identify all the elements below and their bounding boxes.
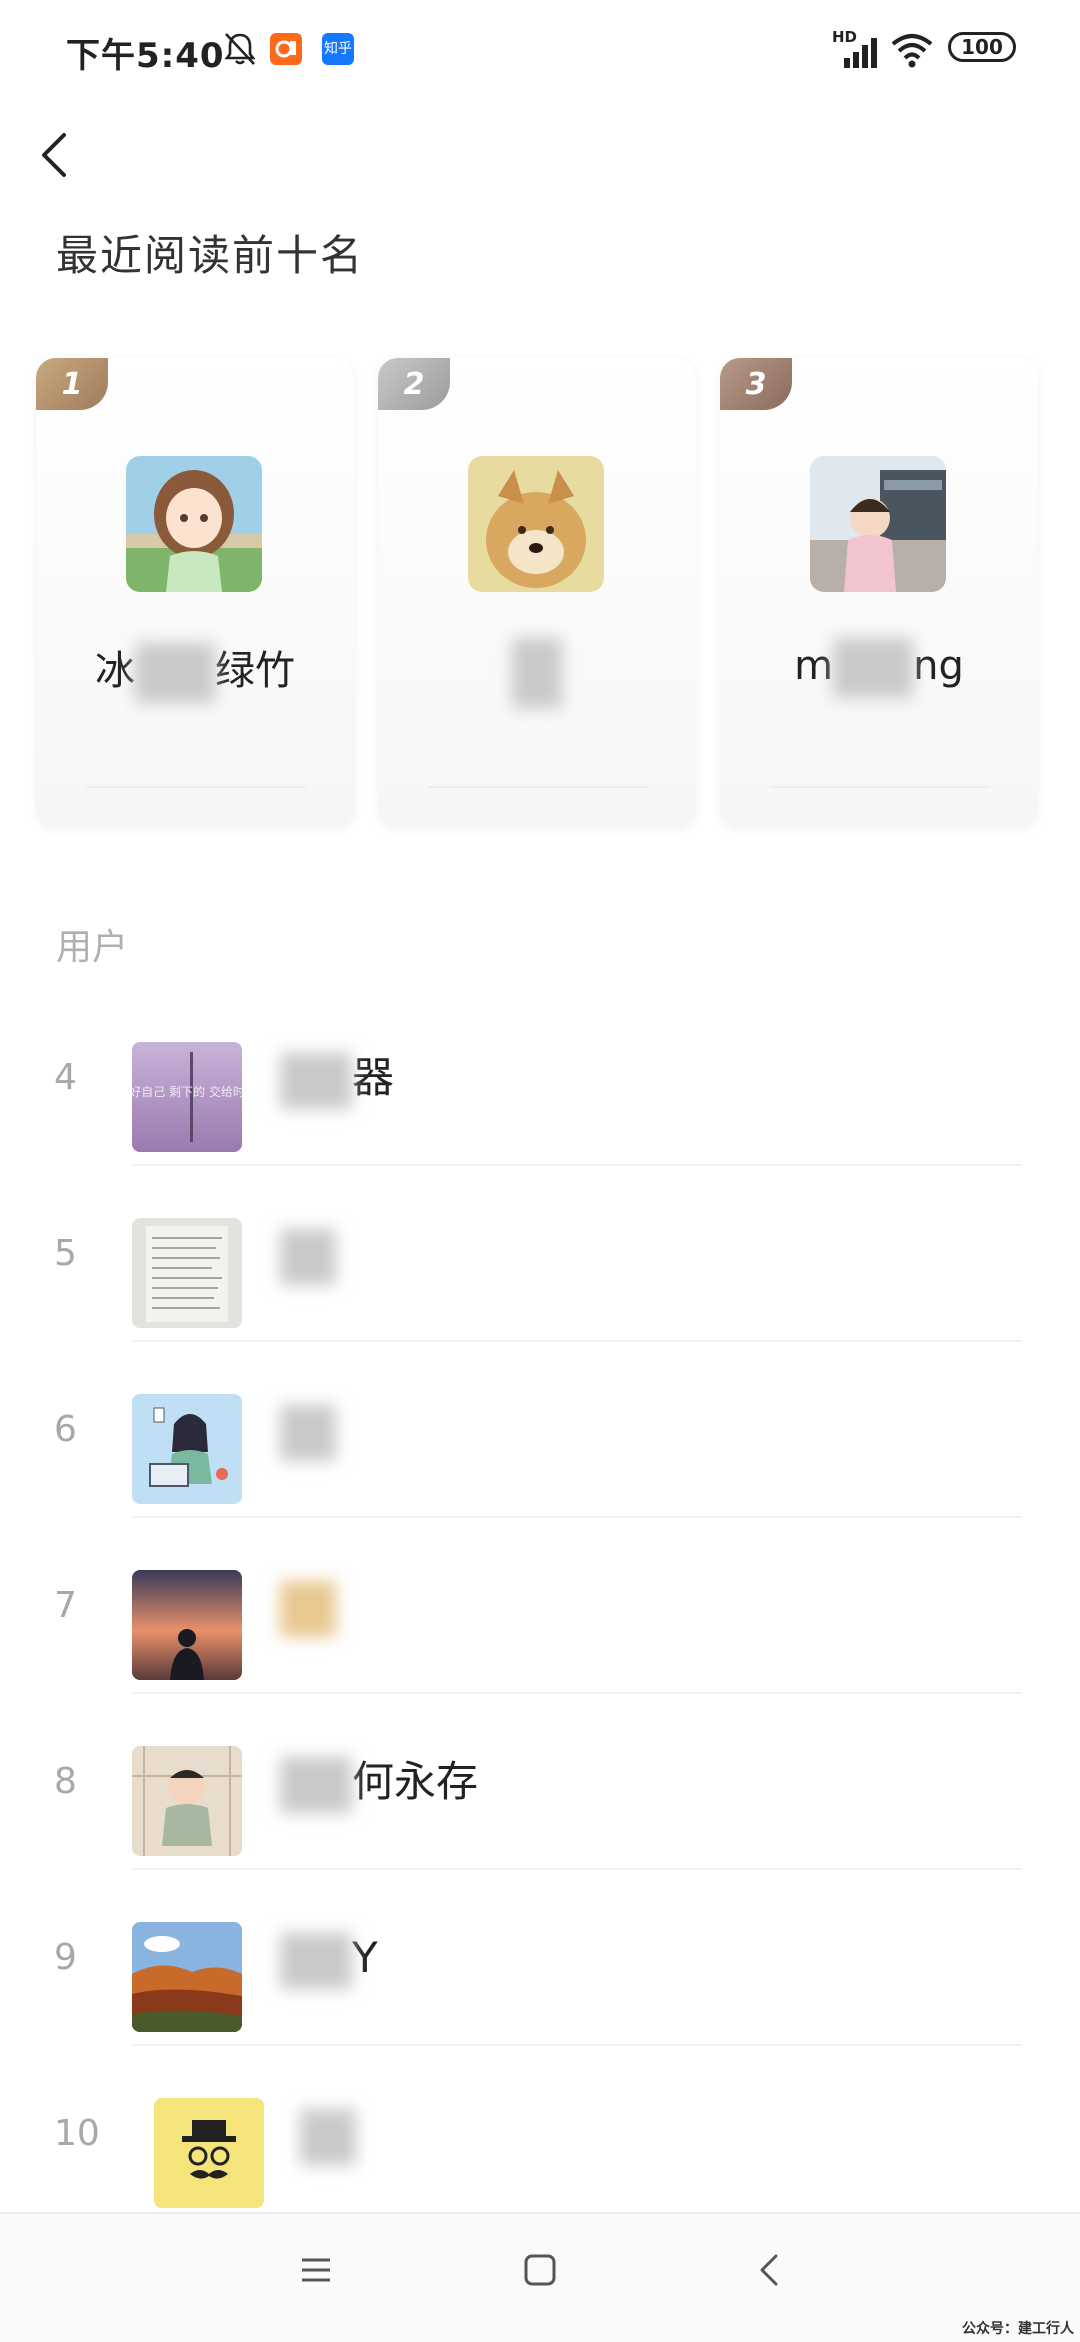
watermark: 公众号：建工行人 xyxy=(962,2321,1074,2337)
redacted-name xyxy=(280,1052,352,1109)
rank-number: 6 xyxy=(54,1409,77,1450)
username xyxy=(280,2046,356,2222)
rank-badge: 1 xyxy=(36,358,108,410)
list-item[interactable]: 5 xyxy=(0,1166,1080,1342)
username: Y xyxy=(280,1870,378,2046)
top-reader-card-1[interactable]: 1 冰 绿竹 xyxy=(36,358,354,828)
username: 何永存 xyxy=(280,1694,478,1870)
username-visible-suffix: ng xyxy=(913,643,964,689)
back-button[interactable] xyxy=(30,125,80,185)
list-item[interactable]: 4 做好自己 剩下的 交给时间 器 xyxy=(0,990,1080,1166)
redacted-name xyxy=(833,638,914,698)
wifi-icon xyxy=(891,34,933,68)
username-visible-suffix: 何永存 xyxy=(352,1757,479,1806)
avatar xyxy=(132,1746,242,1856)
rank-number: 9 xyxy=(54,1937,77,1978)
system-navigation-bar: 公众号：建工行人 xyxy=(0,2212,1080,2342)
redacted-name xyxy=(280,1932,352,1989)
redacted-name xyxy=(300,2108,356,2165)
username-visible-prefix: m xyxy=(794,643,834,689)
username-visible-suffix: 器 xyxy=(352,1053,395,1102)
redacted-name xyxy=(280,1228,336,1285)
username-visible-suffix: Y xyxy=(352,1933,378,1982)
card-username xyxy=(378,638,696,708)
redacted-name xyxy=(280,1404,336,1461)
username xyxy=(280,1166,336,1342)
list-item[interactable]: 10 xyxy=(0,2046,1080,2222)
divider xyxy=(86,786,306,788)
rank-badge: 2 xyxy=(378,358,450,410)
avatar xyxy=(126,456,262,592)
username: 器 xyxy=(280,990,394,1166)
zhihu-notification-icon: 知乎 xyxy=(322,33,354,65)
app-notification-icon xyxy=(270,33,302,65)
status-time: 下午5:40 xyxy=(66,36,225,76)
battery-indicator: 100 xyxy=(948,32,1016,62)
section-label-users: 用户 xyxy=(56,927,129,968)
rank-number: 4 xyxy=(54,1057,77,1098)
rank-badge: 3 xyxy=(720,358,792,410)
page-title: 最近阅读前十名 xyxy=(56,231,365,280)
rank-number: 5 xyxy=(54,1233,77,1274)
list-item[interactable]: 8 何永存 xyxy=(0,1694,1080,1870)
username xyxy=(280,1342,336,1518)
top-reader-card-3[interactable]: 3 m ng xyxy=(720,358,1038,828)
avatar xyxy=(132,1570,242,1680)
back-nav-icon[interactable] xyxy=(752,2250,788,2290)
divider xyxy=(428,786,648,788)
divider xyxy=(770,786,990,788)
status-bar: 下午5:40 知乎 HD 100 xyxy=(0,0,1080,100)
menu-icon[interactable] xyxy=(298,2252,334,2288)
card-username: 冰 绿竹 xyxy=(36,638,354,703)
rank-number: 10 xyxy=(54,2113,100,2154)
avatar xyxy=(810,456,946,592)
redacted-name xyxy=(280,1756,352,1813)
avatar xyxy=(132,1394,242,1504)
username-visible-suffix: 绿竹 xyxy=(215,648,295,694)
avatar: 做好自己 剩下的 交给时间 xyxy=(132,1042,242,1152)
rank-number: 7 xyxy=(54,1585,77,1626)
avatar xyxy=(132,1922,242,2032)
username-visible-prefix: 冰 xyxy=(95,648,135,694)
avatar xyxy=(154,2098,264,2208)
username xyxy=(280,1518,336,1694)
redacted-name xyxy=(512,638,562,708)
home-icon[interactable] xyxy=(522,2252,558,2288)
cellular-signal-icon: HD xyxy=(832,28,880,68)
card-username: m ng xyxy=(720,638,1038,698)
redacted-name xyxy=(135,643,215,703)
list-item[interactable]: 9 Y xyxy=(0,1870,1080,2046)
avatar xyxy=(132,1218,242,1328)
list-item[interactable]: 6 xyxy=(0,1342,1080,1518)
notifications-muted-icon xyxy=(224,33,256,65)
avatar xyxy=(468,456,604,592)
rank-number: 8 xyxy=(54,1761,77,1802)
avatar-caption: 做好自己 剩下的 交给时间 xyxy=(132,1084,242,1099)
redacted-name xyxy=(280,1580,336,1637)
list-item[interactable]: 7 xyxy=(0,1518,1080,1694)
top-reader-card-2[interactable]: 2 xyxy=(378,358,696,828)
